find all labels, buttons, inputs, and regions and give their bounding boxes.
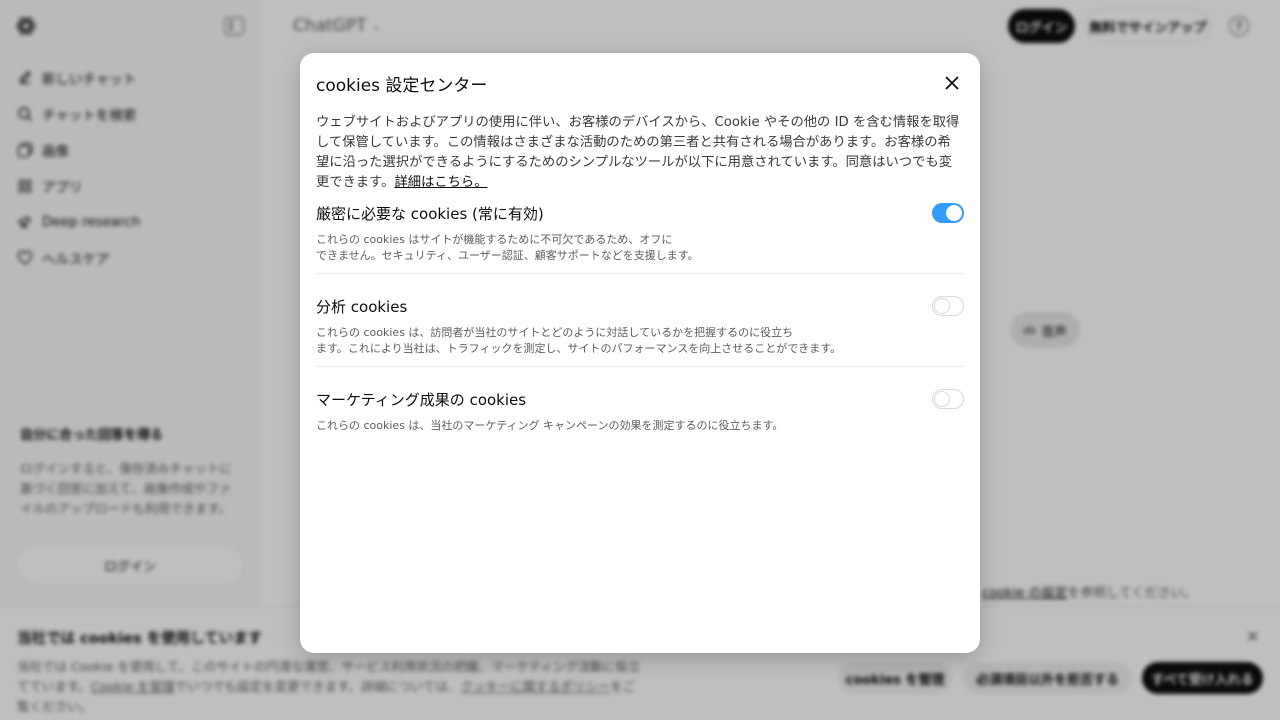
toggle-knob [934,298,950,314]
close-icon[interactable] [941,72,963,94]
section-description: これらの cookies はサイトが機能するために不可欠であるため、オフに でき… [316,232,964,264]
analytics-section: 分析 cookies これらの cookies は、訪問者が当社のサイトとどのよ… [316,296,964,367]
section-title: マーケティング成果の cookies [316,391,527,409]
toggle-knob [934,391,950,407]
analytics-toggle[interactable] [932,296,964,316]
section-description: これらの cookies は、訪問者が当社のサイトとどのように対話しているかを把… [316,325,964,357]
section-desc-line: これらの cookies はサイトが機能するために不可欠であるため、オフに [316,233,673,246]
section-description: これらの cookies は、当社のマーケティング キャンペーンの効果を測定する… [316,418,964,434]
dialog-title: cookies 設定センター [316,76,488,96]
strictly-necessary-section: 厳密に必要な cookies (常に有効) これらの cookies はサイトが… [316,203,964,274]
section-title: 厳密に必要な cookies (常に有効) [316,205,544,223]
section-desc-line: これらの cookies は、当社のマーケティング キャンペーンの効果を測定する… [316,419,784,432]
section-desc-line: これらの cookies は、訪問者が当社のサイトとどのように対話しているかを把… [316,326,794,339]
section-desc-line: ます。これにより当社は、トラフィックを測定し、サイトのパフォーマンスを向上させる… [316,342,842,355]
toggle-knob [946,205,962,221]
section-desc-line: できません。セキュリティ、ユーザー認証、顧客サポートなどを支援します。 [316,249,699,262]
cookie-settings-dialog: cookies 設定センター ウェブサイトおよびアプリの使用に伴い、お客様のデバ… [300,53,980,653]
details-link[interactable]: 詳細はこちら。 [394,175,487,190]
marketing-section: マーケティング成果の cookies これらの cookies は、当社のマーケ… [316,389,964,439]
strictly-necessary-toggle[interactable] [932,203,964,223]
dialog-description: ウェブサイトおよびアプリの使用に伴い、お客様のデバイスから、Cookie やその… [316,113,962,193]
marketing-toggle[interactable] [932,389,964,409]
section-title: 分析 cookies [316,298,408,316]
